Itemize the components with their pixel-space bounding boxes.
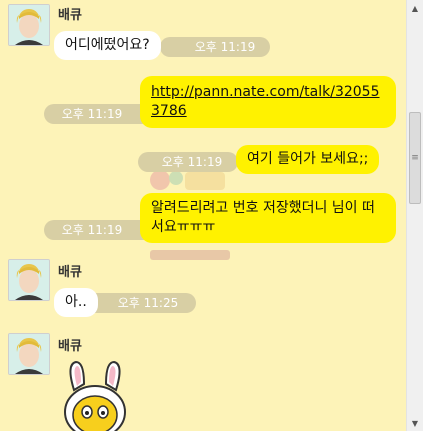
profile-photo-icon (9, 5, 49, 45)
grip-lines-icon: ≡ (411, 153, 419, 163)
message-time: 오후 11:19 (44, 220, 154, 240)
avatar[interactable] (8, 4, 50, 46)
message-link[interactable]: http://pann.nate.com/talk/320553786 (151, 84, 380, 119)
outgoing-message-bubble[interactable]: 알려드리려고 번호 저장했더니 님이 떠서요ㅠㅠㅠ (140, 193, 396, 243)
triangle-down-icon: ▼ (411, 418, 419, 428)
profile-photo-icon (9, 260, 49, 300)
scroll-down-button[interactable]: ▼ (407, 415, 423, 431)
chat-area[interactable]: 배큐 오후 11:19 어디에떴어요? 오후 11:19 http://pann… (0, 0, 406, 431)
sender-name: 배큐 (58, 8, 82, 23)
incoming-message-bubble[interactable]: 아.. (54, 288, 98, 317)
rabbit-hood-sticker-icon[interactable] (60, 360, 130, 431)
vertical-scrollbar[interactable]: ▲ ≡ ▼ (406, 0, 423, 431)
scroll-thumb[interactable]: ≡ (409, 112, 421, 204)
avatar[interactable] (8, 259, 50, 301)
sender-name: 배큐 (58, 339, 82, 354)
profile-photo-icon (9, 334, 49, 374)
avatar[interactable] (8, 333, 50, 375)
outgoing-message-bubble[interactable]: 여기 들어가 보세요;; (236, 145, 380, 174)
message-time: 오후 11:19 (44, 104, 154, 124)
message-time: 오후 11:25 (86, 293, 196, 313)
scroll-up-button[interactable]: ▲ (407, 0, 423, 16)
sender-name: 배큐 (58, 265, 82, 280)
incoming-message-bubble[interactable]: 어디에떴어요? (54, 31, 161, 60)
outgoing-message-bubble[interactable]: http://pann.nate.com/talk/320553786 (140, 76, 396, 128)
message-time: 오후 11:19 (160, 37, 270, 57)
message-time: 오후 11:19 (138, 152, 238, 172)
triangle-up-icon: ▲ (411, 3, 419, 13)
